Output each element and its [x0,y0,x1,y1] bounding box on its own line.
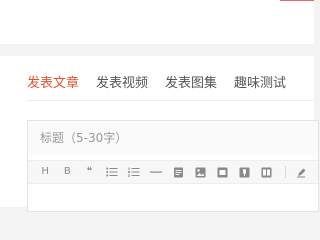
document-icon[interactable] [172,165,184,179]
article-editor: H B ❝ [27,120,319,212]
tab-publish-video[interactable]: 发表视频 [96,73,148,97]
tab-publish-gallery[interactable]: 发表图集 [165,73,217,97]
image-icon[interactable] [194,165,206,179]
video-icon[interactable] [216,165,228,179]
title-input[interactable] [28,121,318,155]
numbered-list-icon[interactable] [127,165,140,179]
heading-icon[interactable]: H [39,165,51,179]
quote-icon[interactable]: ❝ [83,165,95,179]
tab-fun-quiz[interactable]: 趣味测试 [234,73,286,97]
tab-publish-article[interactable]: 发表文章 [27,73,80,101]
editor-toolbar: H B ❝ [28,160,318,184]
top-header [0,0,314,44]
bullet-list-icon[interactable] [105,165,118,179]
bold-icon[interactable]: B [61,165,73,179]
pen-icon[interactable] [296,165,308,179]
audio-icon[interactable] [239,165,251,179]
header-accent-line [280,0,314,1]
tabs-divider [27,100,314,101]
toolbar-separator [284,166,286,178]
publish-tabs: 发表文章 发表视频 发表图集 趣味测试 [27,73,303,101]
editor-body[interactable] [28,185,318,211]
divider-icon[interactable] [149,165,162,179]
gallery-icon[interactable] [261,165,273,179]
